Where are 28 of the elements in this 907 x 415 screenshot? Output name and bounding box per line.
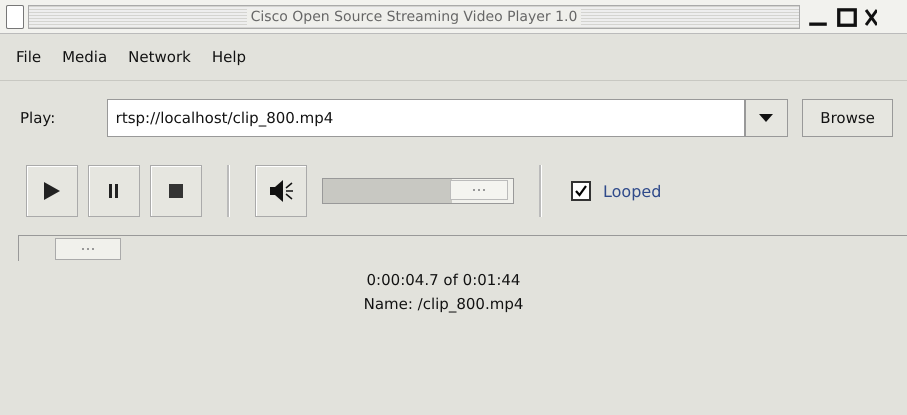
play-icon — [44, 182, 60, 200]
play-button[interactable] — [26, 165, 78, 217]
pause-button[interactable] — [88, 165, 140, 217]
caret-icon — [759, 114, 774, 122]
slider-handle[interactable] — [450, 180, 508, 200]
menu-item[interactable]: Help — [206, 48, 262, 66]
menu-item[interactable]: Media — [56, 48, 122, 66]
volume-slider[interactable] — [322, 178, 514, 204]
dropdown-button[interactable] — [744, 99, 788, 137]
speaker-button[interactable] — [255, 165, 307, 217]
play-label: Play: — [20, 109, 56, 127]
menu-item[interactable]: Network — [122, 48, 206, 66]
info-text: 0:00:04.7 of 0:01:44 — [366, 271, 520, 289]
speaker-icon — [268, 178, 294, 204]
maximize-icon[interactable] — [836, 6, 858, 28]
seek-slider[interactable] — [18, 235, 907, 261]
menu-item[interactable]: File — [10, 48, 56, 66]
browse-button[interactable]: Browse — [802, 99, 894, 137]
window-title: Cisco Open Source Streaming Video Player 1.0 — [246, 8, 582, 24]
pause-icon — [109, 184, 119, 198]
stop-icon — [169, 184, 183, 198]
url-field[interactable]: rtsp://localhost/clip_800.mp4 — [106, 99, 745, 137]
window-icon — [6, 4, 24, 28]
looped-checkbox[interactable] — [571, 181, 591, 201]
seek-handle[interactable] — [54, 238, 121, 260]
stop-button[interactable] — [150, 165, 202, 217]
info-text: Name: /clip_800.mp4 — [364, 295, 524, 313]
looped-label: Looped — [603, 182, 662, 200]
